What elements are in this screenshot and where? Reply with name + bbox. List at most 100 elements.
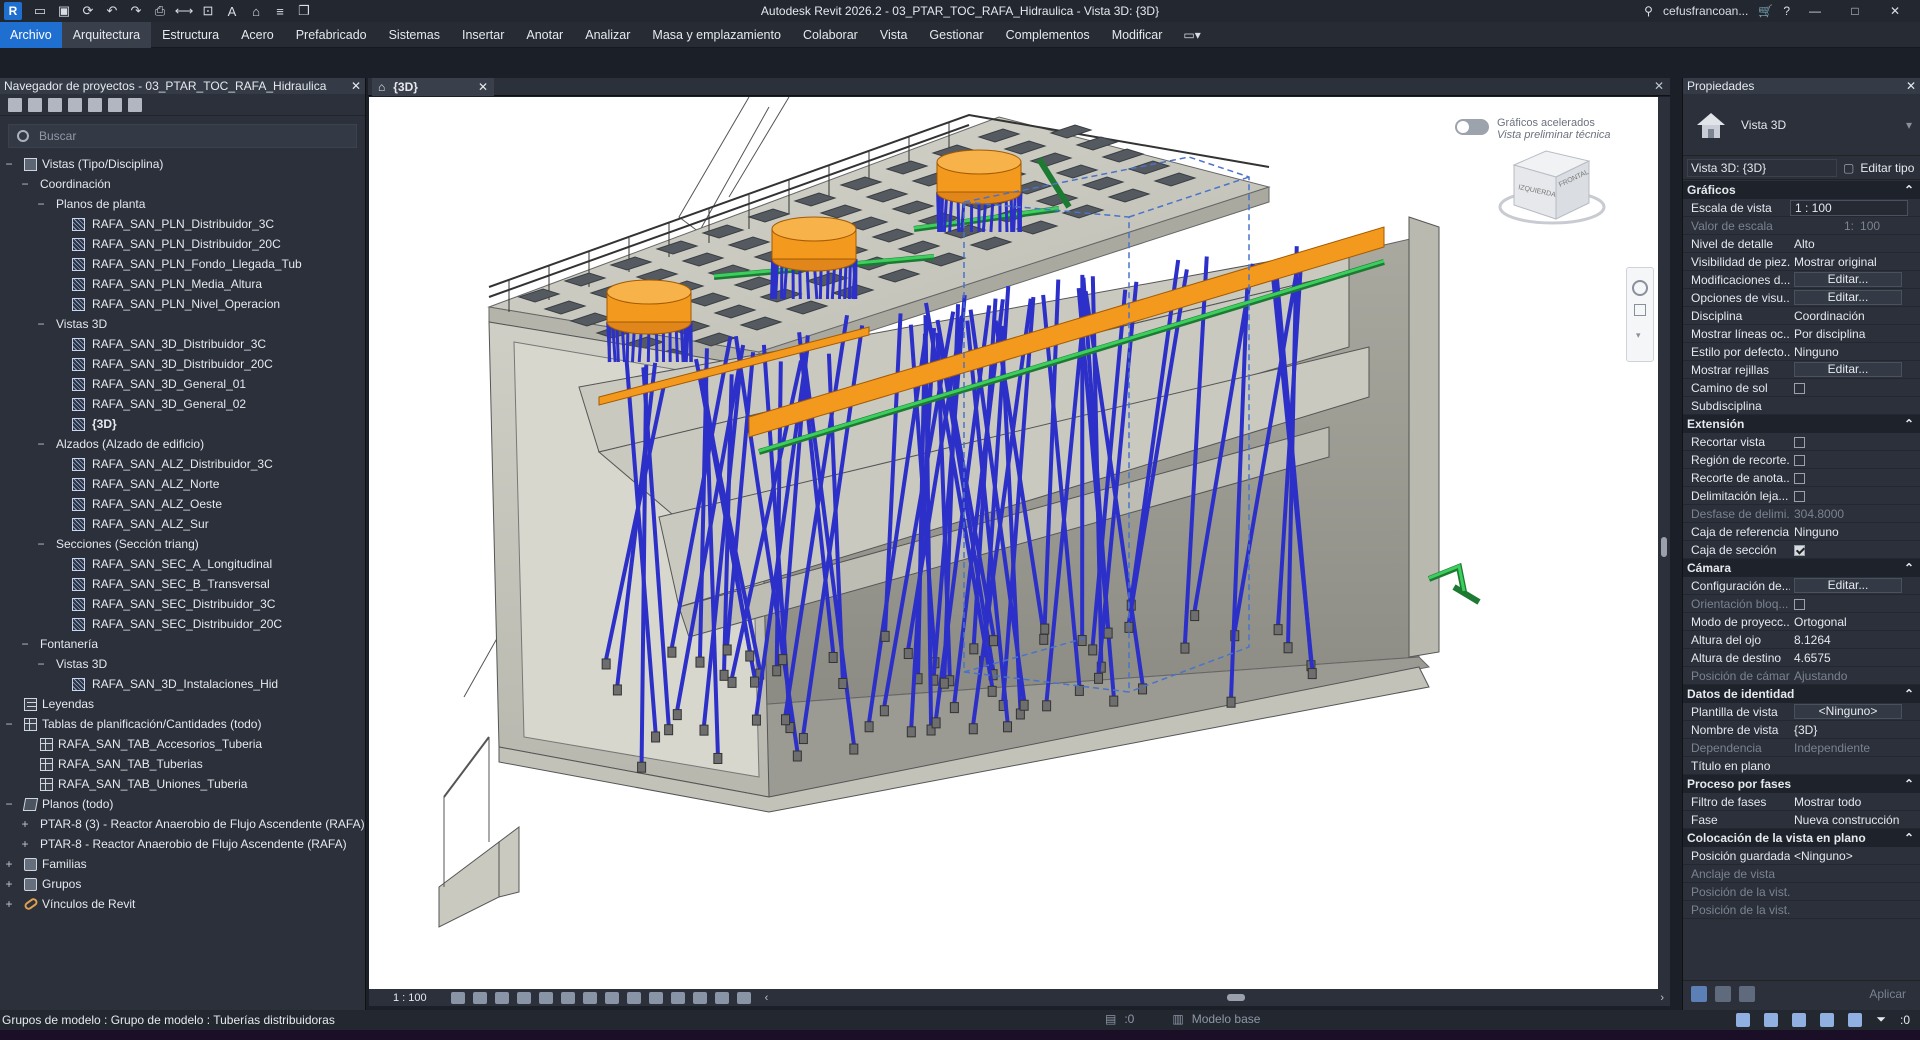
switch-windows-icon[interactable]: ❐ [296, 3, 312, 19]
temp-hide-icon[interactable] [626, 991, 641, 1004]
close-window-button[interactable]: ✕ [1880, 4, 1910, 18]
property-checkbox[interactable] [1794, 544, 1805, 556]
drag-elements-icon[interactable] [1848, 1012, 1863, 1027]
property-value[interactable]: Mostrar original [1790, 255, 1920, 269]
tree-node[interactable]: RAFA_SAN_ALZ_Distribuidor_3C [0, 454, 365, 474]
collapse-icon[interactable]: ⌃ [1904, 777, 1914, 791]
collapse-icon[interactable]: ⌃ [1904, 831, 1914, 845]
tree-node[interactable]: RAFA_SAN_TAB_Uniones_Tuberia [0, 774, 365, 794]
scroll-left-icon[interactable]: ‹ [765, 992, 769, 1004]
ribbon-tab-complementos[interactable]: Complementos [995, 22, 1101, 48]
tree-node[interactable]: RAFA_SAN_3D_General_01 [0, 374, 365, 394]
ribbon-tab-estructura[interactable]: Estructura [151, 22, 230, 48]
collapse-icon[interactable]: − [4, 154, 14, 174]
collapse-icon[interactable]: − [36, 194, 46, 214]
browser-3d-icon[interactable] [28, 97, 42, 112]
close-tab-icon[interactable]: ✕ [478, 80, 488, 94]
maximize-button[interactable]: □ [1840, 4, 1870, 18]
collapse-icon[interactable]: − [36, 434, 46, 454]
redo-icon[interactable]: ↷ [128, 3, 144, 19]
ribbon-tab-arquitectura[interactable]: Arquitectura [61, 21, 152, 48]
close-icon[interactable]: ✕ [351, 79, 361, 93]
expand-icon[interactable]: + [20, 814, 30, 834]
property-edit-button[interactable]: Editar... [1794, 578, 1902, 593]
ribbon-tab-gestionar[interactable]: Gestionar [918, 22, 994, 48]
measure-icon[interactable]: ⟷ [175, 3, 194, 19]
crop-view-icon[interactable] [560, 991, 575, 1004]
sign-in-icon[interactable]: ⚲ [1644, 4, 1653, 18]
tree-node[interactable]: RAFA_SAN_SEC_Distribuidor_20C [0, 614, 365, 634]
vertical-scroll-thumb[interactable] [1661, 537, 1667, 557]
view-scale[interactable]: 1 : 100 [369, 992, 443, 1004]
revit-logo-icon[interactable]: R [4, 2, 22, 20]
browser-home-icon[interactable] [8, 97, 22, 112]
sort-icon[interactable] [1715, 985, 1731, 1002]
scroll-right-icon[interactable]: › [1660, 992, 1664, 1004]
ribbon-tab-archivo[interactable]: Archivo [0, 21, 62, 48]
tree-node[interactable]: RAFA_SAN_ALZ_Oeste [0, 494, 365, 514]
workset-icon[interactable]: ▤ [1105, 1012, 1116, 1026]
tree-node[interactable]: RAFA_SAN_TAB_Tuberias [0, 754, 365, 774]
tree-node[interactable]: + PTAR-8 - Reactor Anaerobio de Flujo Asc… [0, 834, 365, 854]
tree-node[interactable]: RAFA_SAN_ALZ_Sur [0, 514, 365, 534]
tree-node[interactable]: RAFA_SAN_3D_Distribuidor_20C [0, 354, 365, 374]
select-pinned-icon[interactable] [1792, 1012, 1807, 1027]
select-by-face-icon[interactable] [1820, 1012, 1835, 1027]
ribbon-tab-sistemas[interactable]: Sistemas [378, 22, 451, 48]
reveal-hidden-icon[interactable] [648, 991, 663, 1004]
tree-node[interactable]: − Planos de planta [0, 194, 365, 214]
property-edit-button[interactable]: <Ninguno> [1794, 704, 1902, 719]
tree-node[interactable]: − Secciones (Sección triang) [0, 534, 365, 554]
property-value[interactable]: {3D} [1790, 723, 1920, 737]
ribbon-tab-modificar[interactable]: Modificar [1101, 22, 1174, 48]
property-group-header[interactable]: Datos de identidad ⌃ [1683, 685, 1920, 703]
detail-level-icon[interactable] [450, 991, 465, 1004]
zoom-region-icon[interactable] [1634, 304, 1646, 316]
tree-node[interactable]: − Planos (todo) [0, 794, 365, 814]
viewcube[interactable]: IZQUIERDA FRONTAL [1494, 135, 1614, 245]
tree-node[interactable]: RAFA_SAN_ALZ_Norte [0, 474, 365, 494]
collapse-icon[interactable]: − [36, 314, 46, 334]
tree-node[interactable]: RAFA_SAN_PLN_Media_Altura [0, 274, 365, 294]
shadows-icon[interactable] [516, 991, 531, 1004]
expand-icon[interactable]: + [4, 894, 14, 914]
type-preview[interactable]: Vista 3D ▾ [1683, 94, 1920, 156]
model-3d-view[interactable] [369, 97, 1658, 989]
print-icon[interactable]: ⎙ [152, 3, 168, 19]
select-underlay-icon[interactable] [1764, 1012, 1779, 1027]
property-group-header[interactable]: Proceso por fases ⌃ [1683, 775, 1920, 793]
property-value[interactable]: Mostrar todo [1790, 795, 1920, 809]
property-edit-button[interactable]: Editar... [1794, 290, 1902, 305]
lock-view-icon[interactable] [604, 991, 619, 1004]
open-icon[interactable]: ▭ [32, 3, 48, 19]
tree-node[interactable]: Leyendas [0, 694, 365, 714]
tree-node[interactable]: RAFA_SAN_TAB_Accesorios_Tuberia [0, 734, 365, 754]
ribbon-extra-icon[interactable]: ▭▾ [1183, 28, 1200, 42]
browser-search-input[interactable]: Buscar [8, 124, 357, 148]
align-icon[interactable]: ⊡ [200, 3, 216, 19]
edit-type-button[interactable]: Editar tipo [1860, 161, 1914, 175]
tree-node[interactable]: RAFA_SAN_SEC_A_Longitudinal [0, 554, 365, 574]
toggle-switch[interactable] [1455, 119, 1489, 135]
vertical-scrollbar[interactable] [1658, 97, 1670, 989]
browser-link-icon[interactable] [128, 97, 142, 112]
visual-style-icon[interactable] [472, 991, 487, 1004]
render-icon[interactable] [538, 991, 553, 1004]
worksharing-icon[interactable] [692, 991, 707, 1004]
tree-node[interactable]: RAFA_SAN_3D_Instalaciones_Hid [0, 674, 365, 694]
property-value[interactable]: 1 : 100 [1790, 199, 1908, 216]
tree-node[interactable]: − Vistas 3D [0, 314, 365, 334]
browser-table-icon[interactable] [68, 97, 82, 112]
ribbon-tab-masa-y-emplazamiento[interactable]: Masa y emplazamiento [641, 22, 792, 48]
property-value[interactable]: <Ninguno> [1790, 849, 1920, 863]
property-checkbox[interactable] [1794, 490, 1805, 502]
tree-node[interactable]: RAFA_SAN_PLN_Nivel_Operacion [0, 294, 365, 314]
property-group-header[interactable]: Cámara ⌃ [1683, 559, 1920, 577]
ribbon-tab-acero[interactable]: Acero [230, 22, 285, 48]
tree-node[interactable]: RAFA_SAN_PLN_Distribuidor_20C [0, 234, 365, 254]
property-value[interactable]: 8.1264 [1790, 633, 1920, 647]
property-checkbox[interactable] [1794, 472, 1805, 484]
property-value[interactable]: Coordinación [1790, 309, 1920, 323]
property-value[interactable]: Por disciplina [1790, 327, 1920, 341]
close-views-icon[interactable]: ✕ [1654, 79, 1664, 93]
